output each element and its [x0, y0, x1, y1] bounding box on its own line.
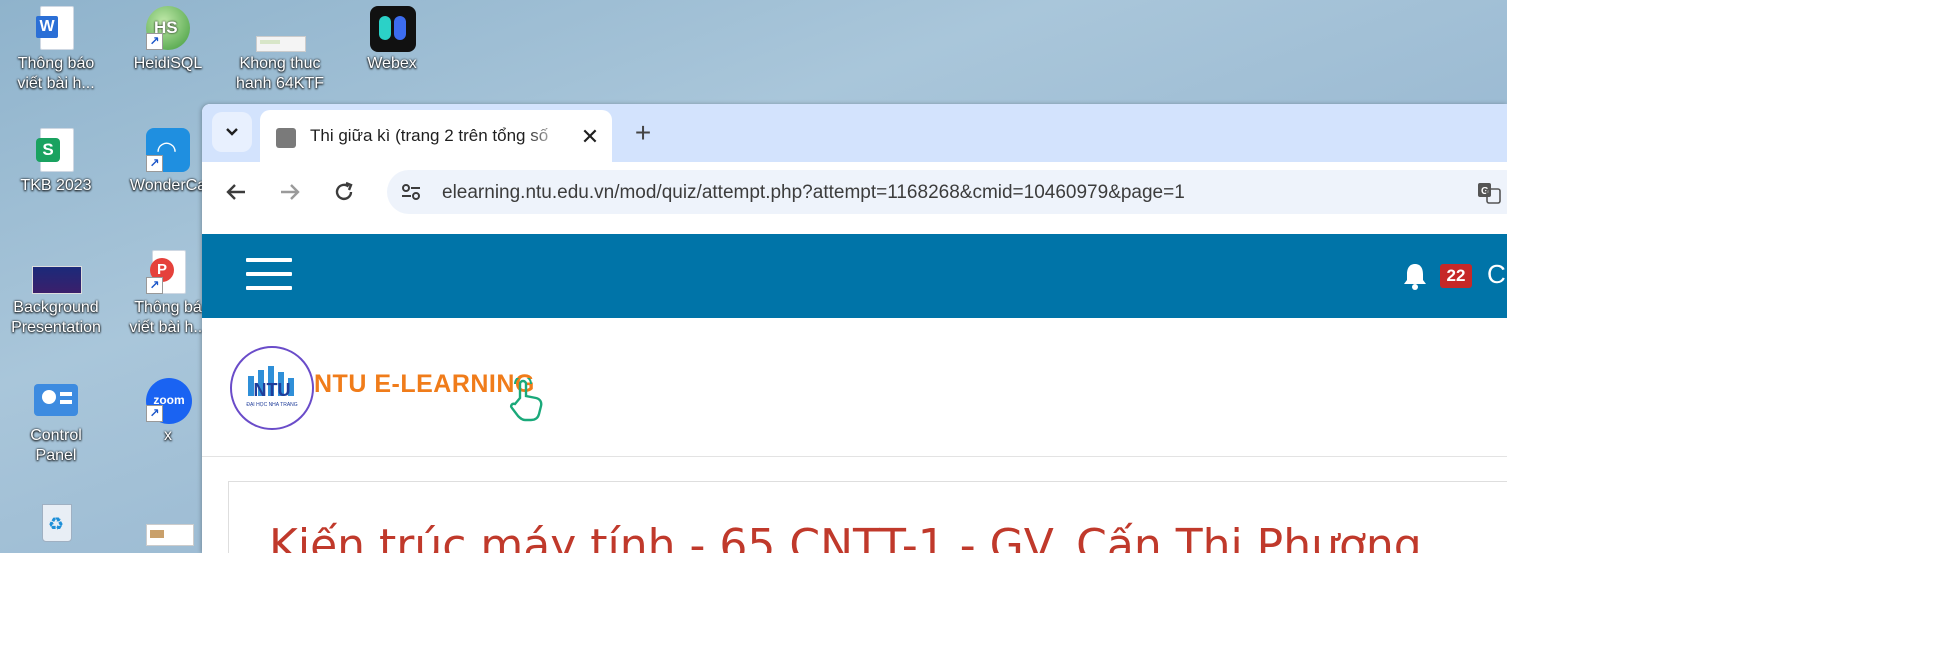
heidisql-icon: HS ↗: [146, 6, 190, 50]
course-header-card: Kiến trúc máy tính - 65 CNTT-1 - GV. Cấn…: [228, 481, 1507, 553]
presentation-thumbnail-icon: [32, 250, 82, 294]
desktop-icon-label: Thông báo viết bài h...: [17, 55, 95, 92]
menu-toggle-button[interactable]: [246, 258, 292, 292]
recycle-bin-icon: ♻: [34, 500, 78, 544]
word-document-icon: W: [34, 6, 78, 50]
control-panel-icon: [34, 378, 78, 422]
pointer-hand-icon: [508, 375, 548, 427]
new-tab-button[interactable]: +: [626, 116, 660, 150]
close-tab-button[interactable]: ✕: [576, 123, 604, 151]
browser-toolbar: elearning.ntu.edu.vn/mod/quiz/attempt.ph…: [202, 162, 1507, 222]
wondercast-icon: ◠ ↗: [146, 128, 190, 172]
desktop-icon-control-panel[interactable]: Control Panel: [8, 378, 104, 466]
desktop-icon-khong-thuc-hanh[interactable]: Khong thuc hanh 64KTF: [232, 6, 328, 94]
notification-count-badge: 22: [1440, 264, 1472, 288]
translate-icon[interactable]: G: [1477, 182, 1501, 204]
reload-button[interactable]: [326, 174, 362, 210]
document-thumbnail-icon: [256, 6, 306, 52]
tab-strip: Thi giữa kì (trang 2 trên tổng số ✕ +: [202, 104, 1507, 162]
desktop-icon-label: Background Presentation: [11, 299, 101, 336]
notification-bell-icon[interactable]: [1402, 262, 1428, 290]
desktop-icon-label: TKB 2023: [20, 177, 92, 194]
course-title: Kiến trúc máy tính - 65 CNTT-1 - GV. Cấn…: [269, 520, 1422, 553]
tune-icon: [402, 184, 420, 200]
svg-text:G: G: [1481, 186, 1489, 197]
zoom-icon: zoom ↗: [146, 378, 192, 424]
site-navbar: 22 C: [202, 234, 1507, 318]
reload-icon: [335, 181, 353, 201]
address-bar[interactable]: elearning.ntu.edu.vn/mod/quiz/attempt.ph…: [387, 170, 1507, 214]
url-text: elearning.ntu.edu.vn/mod/quiz/attempt.ph…: [442, 182, 1185, 203]
pdf-icon: P ↗: [146, 250, 190, 294]
desktop-icon-tkb[interactable]: S TKB 2023: [8, 128, 104, 196]
file-thumbnail-icon: [146, 500, 194, 546]
desktop-icon-label: HeidiSQL: [133, 55, 203, 72]
site-logo-area: NTU ĐẠI HỌC NHA TRANG NTU E-LEARNING: [202, 318, 1507, 457]
webex-icon: [370, 6, 416, 52]
desktop-icon-background-presentation[interactable]: Background Presentation: [8, 250, 104, 338]
site-info-button[interactable]: [395, 176, 427, 208]
tab-search-button[interactable]: [212, 112, 252, 152]
site-logo-text[interactable]: NTU E-LEARNING: [314, 370, 535, 399]
desktop-icon-heidisql[interactable]: HS ↗ HeidiSQL: [120, 6, 216, 74]
desktop-icon-word-doc[interactable]: W Thông báo viết bài h...: [8, 6, 104, 94]
forward-arrow-icon: [281, 184, 300, 200]
page-favicon-icon: [276, 128, 296, 148]
desktop: W Thông báo viết bài h... S TKB 2023 Bac…: [0, 0, 1507, 553]
desktop-icon-recycle-bin[interactable]: ♻: [8, 500, 104, 544]
back-button[interactable]: [218, 174, 254, 210]
desktop-icon-label: Webex: [367, 55, 417, 72]
tab-title: Thi giữa kì (trang 2 trên tổng số: [310, 126, 549, 145]
ntu-seal-logo[interactable]: NTU ĐẠI HỌC NHA TRANG: [230, 346, 314, 430]
forward-button[interactable]: [272, 174, 308, 210]
chevron-down-icon: [226, 128, 238, 136]
desktop-icon-label: Control Panel: [30, 427, 82, 464]
tab-active[interactable]: Thi giữa kì (trang 2 trên tổng số ✕: [260, 110, 612, 162]
back-arrow-icon: [226, 184, 245, 200]
spreadsheet-icon: S: [34, 128, 78, 172]
desktop-icon-webex[interactable]: Webex: [344, 6, 440, 74]
desktop-icon-label: Khong thuc hanh 64KTF: [235, 55, 325, 92]
user-menu[interactable]: C: [1487, 259, 1506, 290]
browser-window: Thi giữa kì (trang 2 trên tổng số ✕ + el…: [202, 104, 1507, 553]
